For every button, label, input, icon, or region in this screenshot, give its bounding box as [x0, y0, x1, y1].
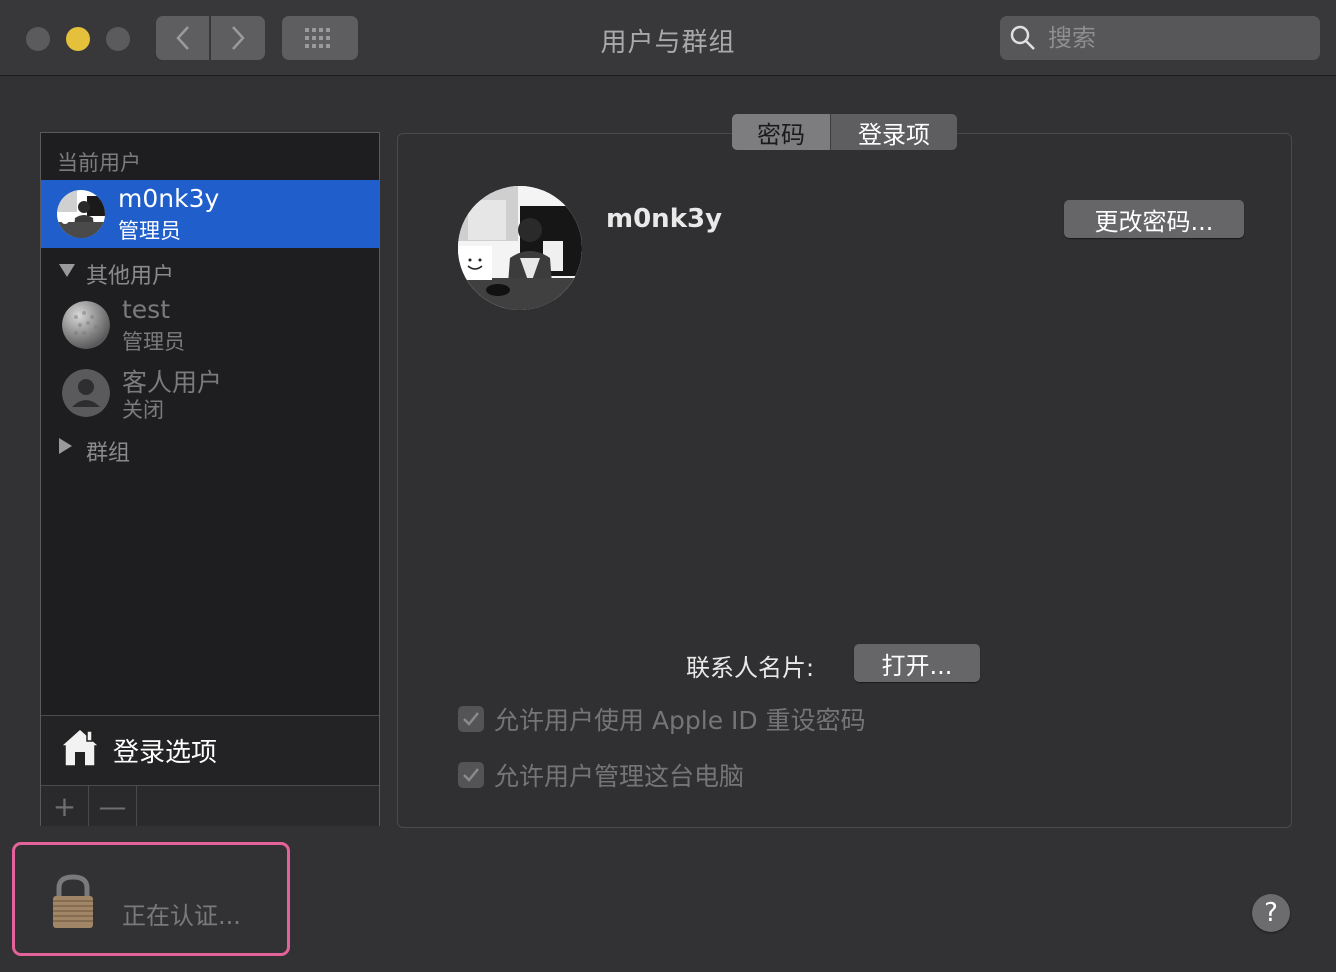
- current-user-role: 管理员: [118, 219, 181, 243]
- user-role-test: 管理员: [122, 330, 185, 354]
- change-password-button[interactable]: 更改密码...: [1064, 200, 1244, 238]
- search-field[interactable]: [1000, 16, 1320, 60]
- search-input[interactable]: [1046, 22, 1310, 54]
- user-row-test[interactable]: test 管理员: [41, 293, 379, 361]
- admin-option: 允许用户管理这台电脑: [458, 760, 745, 791]
- golf-ball-avatar: [62, 301, 110, 349]
- title-bar: 用户与群组: [0, 0, 1336, 76]
- admin-checkbox[interactable]: [458, 762, 484, 788]
- current-users-header: 当前用户: [57, 151, 141, 175]
- user-name-test: test: [122, 295, 171, 324]
- tab-control: 密码 登录项: [732, 114, 957, 150]
- remove-user-button[interactable]: —: [89, 786, 137, 826]
- add-user-button[interactable]: +: [41, 786, 89, 826]
- list-toolbar: + —: [41, 785, 379, 826]
- apple-id-reset-checkbox[interactable]: [458, 706, 484, 732]
- login-options-item[interactable]: 登录选项: [41, 715, 379, 786]
- authenticating-status: 正在认证...: [122, 902, 241, 930]
- tab-password[interactable]: 密码: [732, 114, 831, 150]
- login-options-label: 登录选项: [113, 738, 218, 768]
- detail-user-name: m0nk3y: [606, 204, 723, 234]
- disclosure-expanded-icon[interactable]: [59, 264, 75, 277]
- guest-user-icon: [62, 369, 110, 417]
- checkmark-icon: [463, 768, 479, 782]
- house-icon: [59, 727, 101, 767]
- lock-icon[interactable]: [50, 874, 96, 930]
- apple-id-reset-label: 允许用户使用 Apple ID 重设密码: [494, 706, 866, 735]
- avatar: [57, 190, 105, 238]
- groups-label[interactable]: 群组: [86, 435, 130, 467]
- tab-login-items[interactable]: 登录项: [831, 114, 957, 150]
- user-list-panel: 当前用户 m0nk3y 管理员 其他用户 test 管理员 客人用户 关闭 群组…: [40, 132, 380, 826]
- open-contact-button[interactable]: 打开...: [854, 644, 980, 682]
- user-row-guest[interactable]: 客人用户 关闭: [41, 361, 379, 429]
- user-photo[interactable]: [458, 186, 582, 310]
- other-users-header: 其他用户: [86, 264, 175, 289]
- help-button[interactable]: ?: [1252, 894, 1290, 932]
- checkmark-icon: [463, 712, 479, 726]
- admin-label: 允许用户管理这台电脑: [494, 762, 745, 791]
- search-icon: [1010, 25, 1035, 50]
- disclosure-collapsed-icon[interactable]: [59, 438, 72, 454]
- apple-id-reset-option: 允许用户使用 Apple ID 重设密码: [458, 704, 866, 735]
- current-user-name: m0nk3y: [118, 184, 220, 213]
- user-row-current[interactable]: m0nk3y 管理员: [41, 180, 379, 248]
- contact-card-label: 联系人名片:: [686, 654, 815, 682]
- user-role-guest: 关闭: [122, 398, 164, 422]
